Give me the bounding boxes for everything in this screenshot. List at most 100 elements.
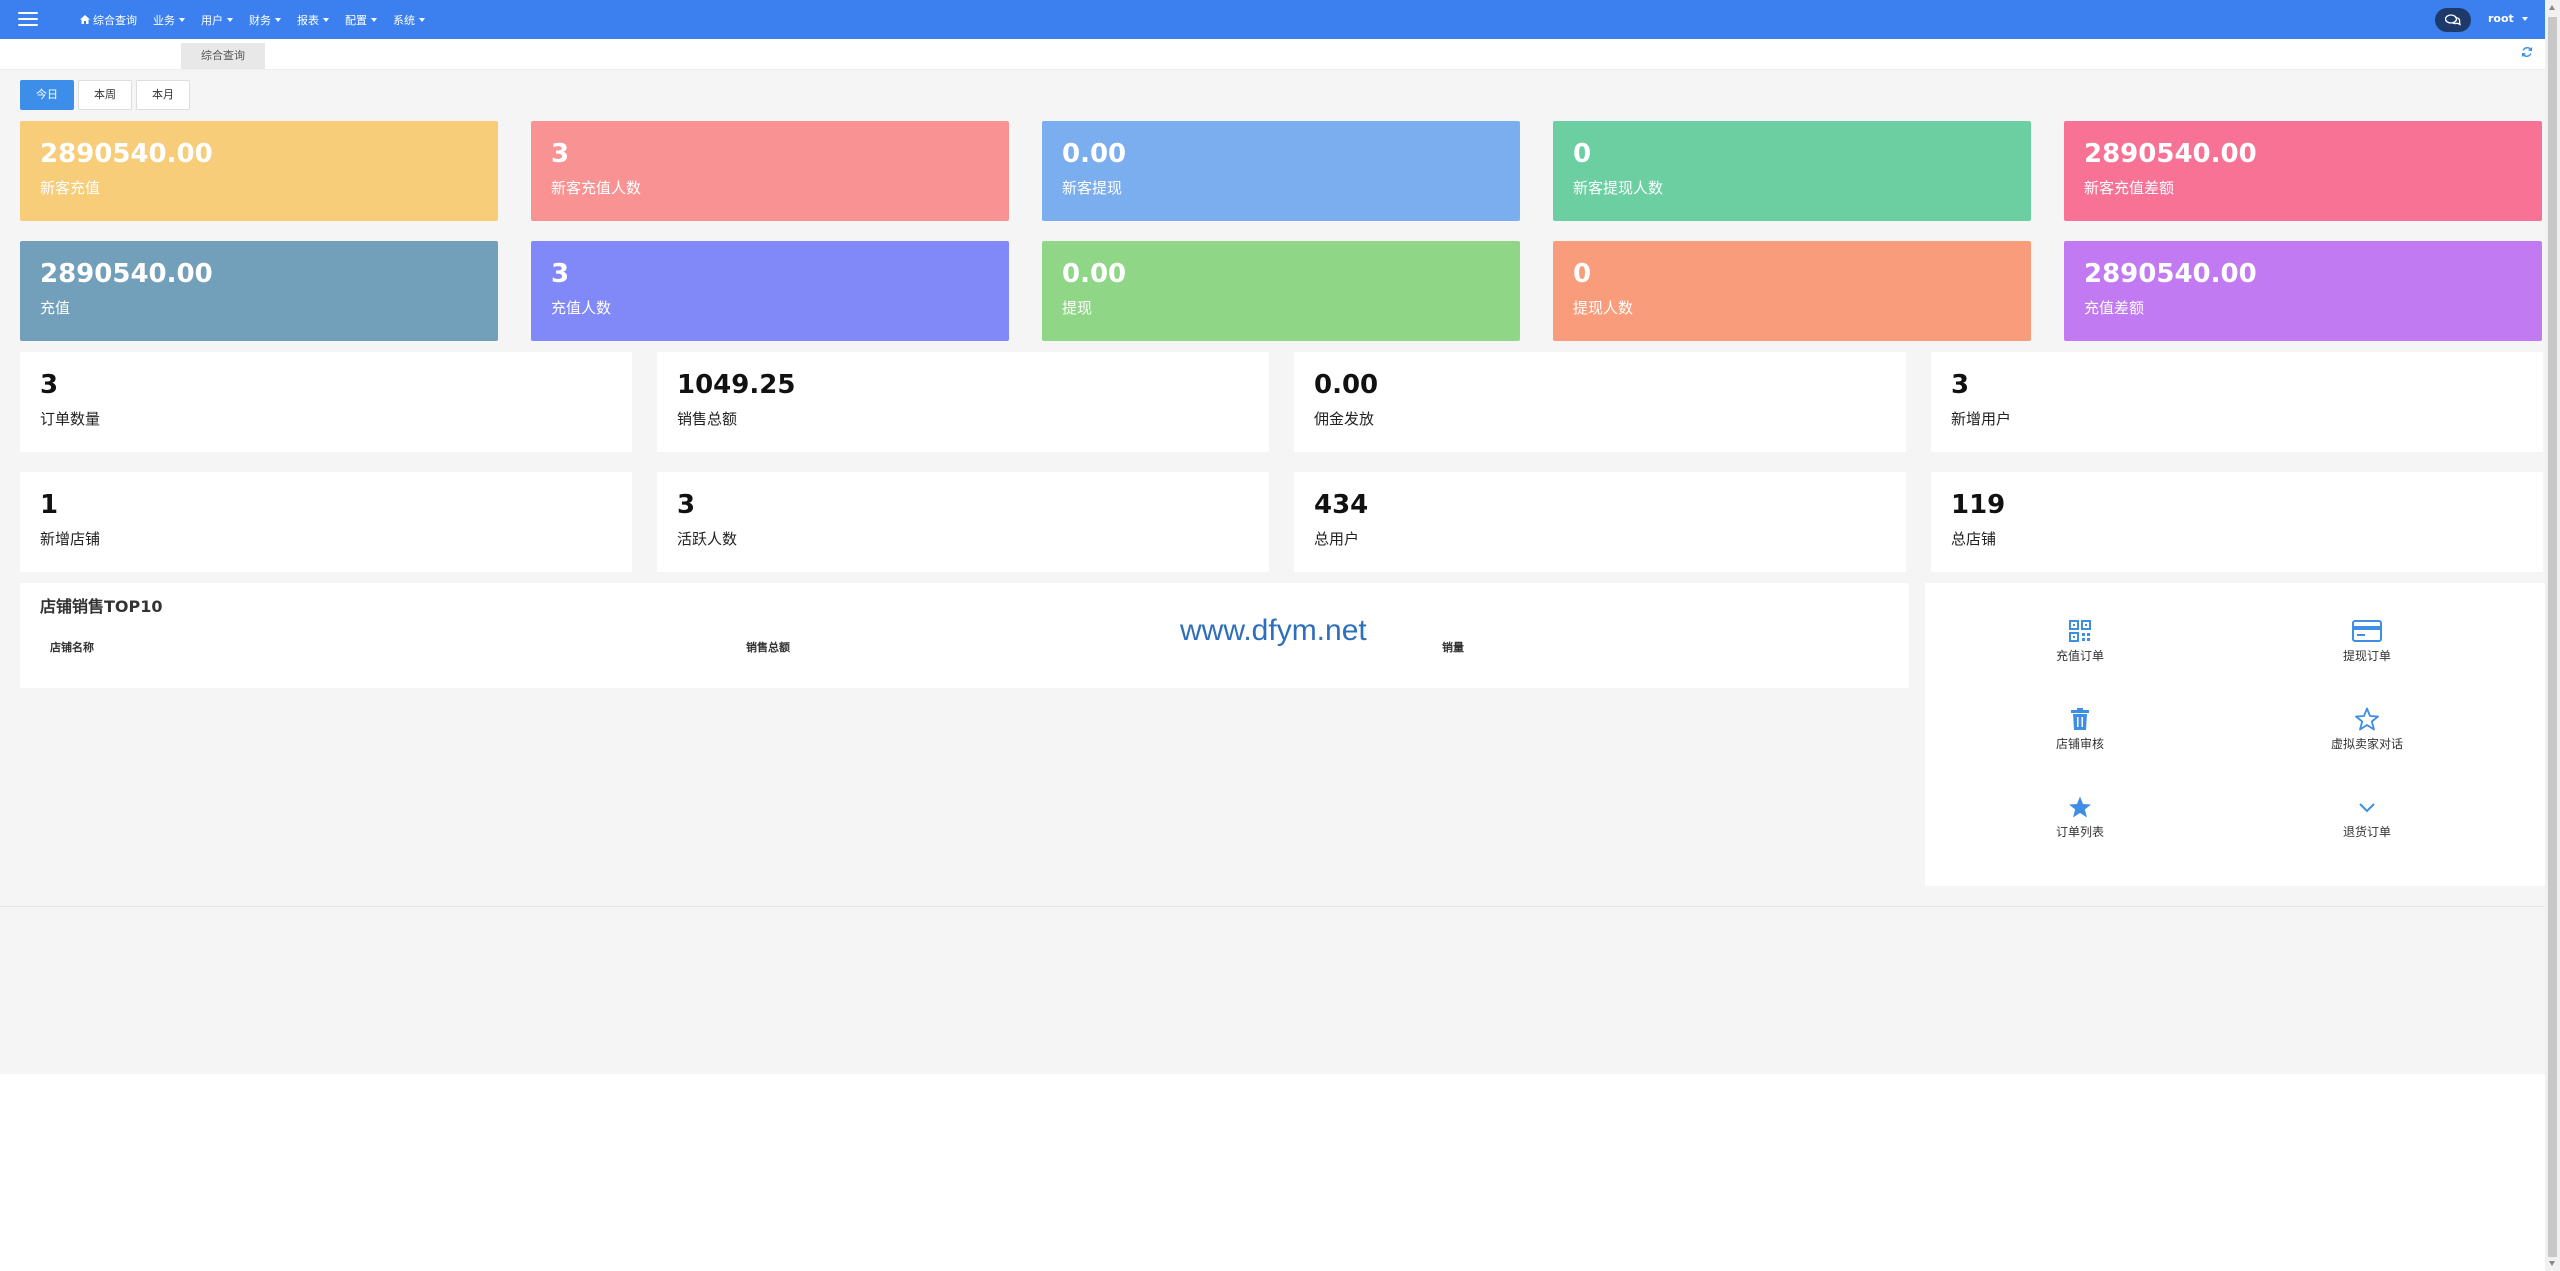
- shortcut-label: 充值订单: [2055, 649, 2104, 663]
- stat-value: 3: [1951, 370, 1970, 400]
- nav-menu-config[interactable]: 配置: [345, 12, 377, 28]
- stat-card: 3 新客充值人数: [531, 121, 1009, 221]
- home-icon: [80, 15, 90, 24]
- shortcut-withdraw-orders[interactable]: 提现订单: [2297, 619, 2437, 664]
- stat-label: 新客提现: [1062, 179, 1123, 197]
- stat-box: 3 活跃人数: [657, 472, 1269, 572]
- shortcut-return-orders[interactable]: 退货订单: [2297, 795, 2437, 840]
- stat-card: 0 提现人数: [1553, 241, 2031, 341]
- stat-box: 1 新增店铺: [20, 472, 632, 572]
- period-month-button[interactable]: 本月: [136, 80, 190, 110]
- stat-label: 销售总额: [677, 410, 738, 428]
- period-today-button[interactable]: 今日: [20, 80, 74, 110]
- stat-box: 1049.25 销售总额: [657, 352, 1269, 452]
- caret-down-icon: [2521, 16, 2528, 21]
- stat-value: 3: [551, 139, 570, 169]
- shortcuts-panel: 充值订单 提现订单 店铺审核 虚拟卖家对话 订单列表 退货订单: [1925, 583, 2545, 886]
- vertical-scrollbar[interactable]: [2545, 0, 2560, 1271]
- stat-card: 0.00 新客提现: [1042, 121, 1520, 221]
- stat-label: 充值: [40, 299, 71, 317]
- stat-box: 434 总用户: [1294, 472, 1906, 572]
- trash-icon: [2071, 708, 2089, 730]
- footer-area: [0, 1074, 2545, 1271]
- stat-label: 新客充值差额: [2084, 179, 2175, 197]
- stat-value: 434: [1314, 490, 1369, 520]
- panel-title: 店铺销售TOP10: [40, 597, 163, 616]
- stat-label: 新客充值: [40, 179, 101, 197]
- period-filter: 今日 本周 本月: [20, 80, 194, 110]
- stat-card: 2890540.00 新客充值差额: [2064, 121, 2542, 221]
- stat-card: 2890540.00 充值: [20, 241, 498, 341]
- stat-value: 3: [551, 259, 570, 289]
- shortcut-shop-review[interactable]: 店铺审核: [2010, 707, 2150, 752]
- scroll-down-arrow-icon[interactable]: [2549, 1261, 2555, 1266]
- table-header-shop-name: 店铺名称: [50, 641, 94, 654]
- nav-menu-system[interactable]: 系统: [393, 12, 425, 28]
- stat-value: 0: [1573, 139, 1592, 169]
- caret-down-icon: [371, 17, 377, 22]
- user-menu[interactable]: root: [2488, 12, 2528, 25]
- table-header-sales-volume: 销量: [1442, 641, 1464, 654]
- top-nav: 综合查询 业务 用户 财务 报表 配置 系统: [80, 0, 441, 39]
- caret-down-icon: [179, 17, 185, 22]
- stat-label: 佣金发放: [1314, 410, 1375, 428]
- stat-card: 0.00 提现: [1042, 241, 1520, 341]
- nav-menu-label: 业务: [153, 13, 175, 27]
- stat-label: 充值差额: [2084, 299, 2145, 317]
- caret-down-icon: [227, 17, 233, 22]
- top-navbar: 综合查询 业务 用户 财务 报表 配置 系统 root: [0, 0, 2545, 39]
- scrollbar-thumb[interactable]: [2548, 17, 2557, 1257]
- period-week-button[interactable]: 本周: [78, 80, 132, 110]
- stat-value: 2890540.00: [40, 259, 213, 289]
- star-outline-icon: [2355, 707, 2379, 731]
- stat-label: 提现人数: [1573, 299, 1634, 317]
- shortcut-order-list[interactable]: 订单列表: [2010, 795, 2150, 840]
- star-filled-icon: [2069, 796, 2091, 818]
- stat-label: 充值人数: [551, 299, 612, 317]
- shortcut-label: 提现订单: [2342, 649, 2391, 663]
- nav-menu-label: 系统: [393, 13, 415, 27]
- caret-down-icon: [323, 17, 329, 22]
- table-header-sales-total: 销售总额: [746, 641, 790, 654]
- nav-menu-reports[interactable]: 报表: [297, 12, 329, 28]
- stat-value: 1: [40, 490, 59, 520]
- stat-box: 3 订单数量: [20, 352, 632, 452]
- hamburger-menu-icon[interactable]: [18, 9, 38, 29]
- chat-button[interactable]: [2435, 8, 2471, 32]
- stat-label: 订单数量: [40, 410, 101, 428]
- stat-value: 2890540.00: [2084, 259, 2257, 289]
- refresh-icon[interactable]: [2521, 46, 2533, 58]
- shortcut-recharge-orders[interactable]: 充值订单: [2010, 619, 2150, 664]
- shop-sales-top10-panel: 店铺销售TOP10 店铺名称 销售总额 销量: [20, 583, 1909, 688]
- tab-overview[interactable]: 综合查询: [181, 43, 265, 69]
- nav-menu-users[interactable]: 用户: [201, 12, 233, 28]
- stat-value: 2890540.00: [40, 139, 213, 169]
- stat-label: 总店铺: [1951, 530, 1997, 548]
- shortcut-label: 退货订单: [2342, 825, 2391, 839]
- divider: [0, 906, 2545, 907]
- stat-box: 0.00 佣金发放: [1294, 352, 1906, 452]
- stat-box: 119 总店铺: [1931, 472, 2543, 572]
- nav-menu-business[interactable]: 业务: [153, 12, 185, 28]
- shortcut-label: 虚拟卖家对话: [2330, 737, 2403, 751]
- nav-menu-finance[interactable]: 财务: [249, 12, 281, 28]
- scroll-up-arrow-icon[interactable]: [2549, 5, 2555, 10]
- caret-down-icon: [419, 17, 425, 22]
- stat-value: 2890540.00: [2084, 139, 2257, 169]
- chat-bubbles-icon: [2445, 14, 2461, 26]
- stat-label: 新客提现人数: [1573, 179, 1664, 197]
- credit-card-icon: [2352, 620, 2382, 642]
- stat-box: 3 新增用户: [1931, 352, 2543, 452]
- tab-bar: 综合查询: [0, 39, 2545, 70]
- stat-label: 提现: [1062, 299, 1093, 317]
- stat-value: 3: [40, 370, 59, 400]
- shortcut-virtual-seller-chat[interactable]: 虚拟卖家对话: [2297, 707, 2437, 752]
- stat-value: 0.00: [1062, 139, 1127, 169]
- stat-value: 119: [1951, 490, 2006, 520]
- stat-label: 总用户: [1314, 530, 1360, 548]
- nav-home[interactable]: 综合查询: [80, 12, 137, 28]
- stat-value: 0.00: [1314, 370, 1379, 400]
- chevron-down-icon: [2359, 803, 2375, 813]
- stat-card: 0 新客提现人数: [1553, 121, 2031, 221]
- caret-down-icon: [275, 17, 281, 22]
